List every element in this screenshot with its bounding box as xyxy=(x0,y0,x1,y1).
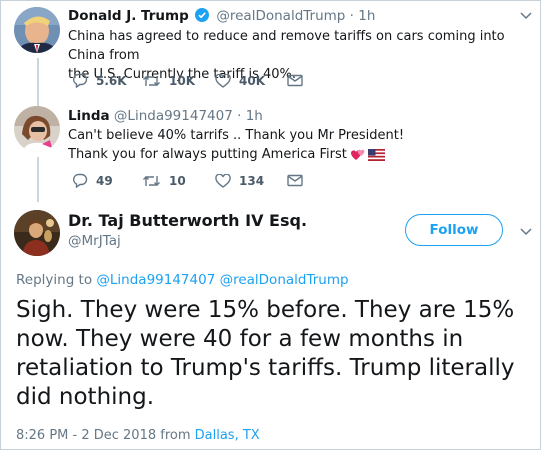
message-icon xyxy=(287,74,303,87)
tweet-text-line: Can't believe 40% tarrifs .. Thank you M… xyxy=(68,128,405,143)
reply-icon xyxy=(73,73,88,88)
heart-emoji-icon xyxy=(350,149,365,160)
caret-down-icon[interactable] xyxy=(519,227,533,237)
retweet-count: 10K xyxy=(169,73,195,88)
tweet-text: Can't believe 40% tarrifs .. Thank you M… xyxy=(68,126,508,164)
reply-button[interactable]: 49 xyxy=(72,173,142,188)
replying-to: Replying to @Linda99147407 @realDonaldTr… xyxy=(16,272,349,288)
retweet-count: 10 xyxy=(169,173,186,188)
follow-button[interactable]: Follow xyxy=(405,214,503,246)
like-button[interactable]: 134 xyxy=(215,173,287,188)
thread-connector-line xyxy=(37,58,39,106)
caret-down-icon[interactable] xyxy=(519,11,533,21)
author-handle[interactable]: @Linda99147407 xyxy=(114,108,233,124)
message-icon xyxy=(287,174,303,187)
tweet-time[interactable]: 1h xyxy=(246,108,263,124)
like-button[interactable]: 40K xyxy=(215,73,287,88)
avatar-main-author[interactable] xyxy=(14,210,60,256)
us-flag-emoji-icon xyxy=(367,148,385,161)
tweet-time[interactable]: 1h xyxy=(358,8,375,24)
tweet-text-line-with-emoji: Thank you for always putting America Fir… xyxy=(68,145,508,164)
retweet-icon xyxy=(143,75,160,86)
main-tweet-text-line: Sigh. They were 15% before. They are 15% xyxy=(16,297,515,323)
author-handle[interactable]: @realDonaldTrump xyxy=(216,8,345,24)
retweet-button[interactable]: 10 xyxy=(142,174,215,188)
main-tweet-text-line: retaliation to Trump's tariffs. Trump li… xyxy=(16,355,515,381)
author-name[interactable]: Donald J. Trump xyxy=(68,8,189,24)
replying-to-handles[interactable]: @Linda99147407 @realDonaldTrump xyxy=(96,272,348,288)
main-author-name[interactable]: Dr. Taj Butterworth IV Esq. xyxy=(68,211,307,230)
tweet-actions: 5.6K 10K 40K xyxy=(72,73,303,88)
like-count: 134 xyxy=(239,173,265,188)
main-author-handle[interactable]: @MrJTaj xyxy=(68,233,121,249)
separator-dot: · xyxy=(237,108,242,124)
message-button[interactable] xyxy=(287,74,303,87)
author-name[interactable]: Linda xyxy=(68,108,110,124)
tweet-header: Linda @Linda99147407 · 1h xyxy=(68,108,263,124)
reply-count: 5.6K xyxy=(96,73,127,88)
message-button[interactable] xyxy=(287,174,303,187)
reply-button[interactable]: 5.6K xyxy=(72,73,142,88)
like-icon xyxy=(215,73,231,88)
like-icon xyxy=(215,173,231,188)
like-count: 40K xyxy=(239,73,265,88)
reply-count: 49 xyxy=(96,173,113,188)
avatar-trump[interactable] xyxy=(14,7,60,53)
separator-dot: · xyxy=(349,8,354,24)
main-tweet-text-line: now. They were 40 for a few months in xyxy=(16,326,464,352)
retweet-icon xyxy=(143,175,160,186)
tweet-actions: 49 10 134 xyxy=(72,173,303,188)
thread-connector-line xyxy=(37,157,39,202)
retweet-button[interactable]: 10K xyxy=(142,74,215,88)
replying-to-prefix: Replying to xyxy=(16,272,93,288)
tweet-timestamp: 8:26 PM - 2 Dec 2018 from Dallas, TX xyxy=(16,428,260,443)
tweet-text-line: Thank you for always putting America Fir… xyxy=(68,147,347,162)
reply-icon xyxy=(73,173,88,188)
avatar-linda[interactable] xyxy=(14,106,60,152)
main-tweet-text-line: did nothing. xyxy=(16,384,155,410)
timestamp-text[interactable]: 8:26 PM - 2 Dec 2018 from xyxy=(16,428,191,443)
tweet-text-line: China has agreed to reduce and remove ta… xyxy=(68,29,505,63)
main-tweet-text: Sigh. They were 15% before. They are 15%… xyxy=(16,296,531,412)
tweet-header: Donald J. Trump @realDonaldTrump · 1h xyxy=(68,8,375,26)
verified-icon xyxy=(195,8,210,26)
location-link[interactable]: Dallas, TX xyxy=(195,428,260,443)
